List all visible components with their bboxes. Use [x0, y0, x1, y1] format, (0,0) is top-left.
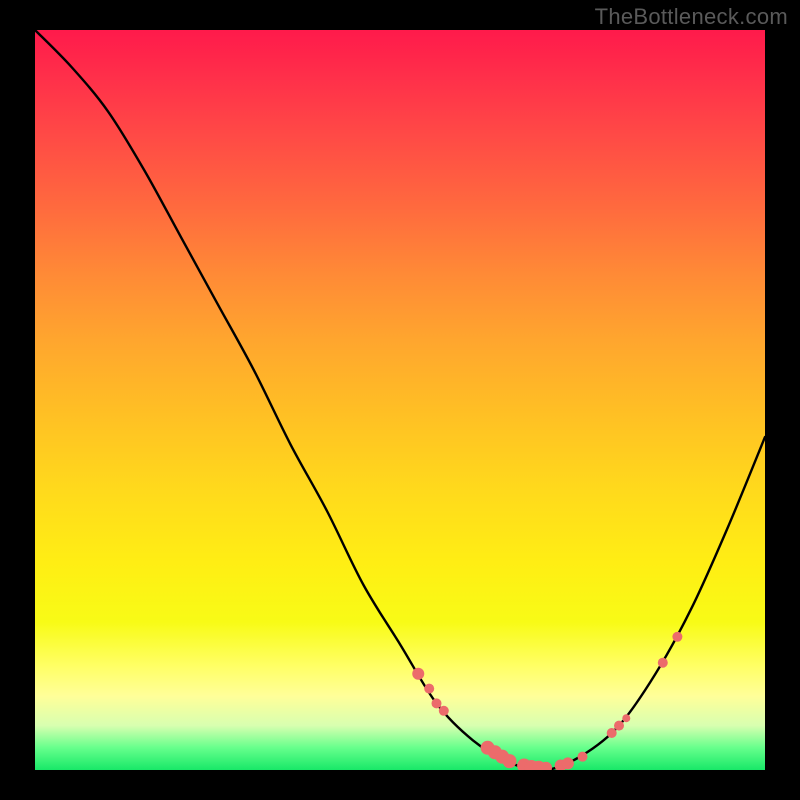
data-marker: [672, 632, 682, 642]
data-marker: [658, 658, 668, 668]
data-marker: [432, 698, 442, 708]
chart-container: TheBottleneck.com: [0, 0, 800, 800]
marker-group: [412, 632, 682, 770]
data-marker: [614, 721, 624, 731]
data-marker: [412, 668, 424, 680]
data-marker: [503, 754, 517, 768]
data-marker: [439, 706, 449, 716]
data-marker: [622, 714, 630, 722]
data-marker: [424, 684, 434, 694]
data-marker: [607, 728, 617, 738]
bottleneck-curve: [35, 30, 765, 770]
data-marker: [562, 757, 574, 769]
data-marker: [578, 752, 588, 762]
curve-svg: [35, 30, 765, 770]
plot-area: [35, 30, 765, 770]
watermark-text: TheBottleneck.com: [595, 4, 788, 30]
